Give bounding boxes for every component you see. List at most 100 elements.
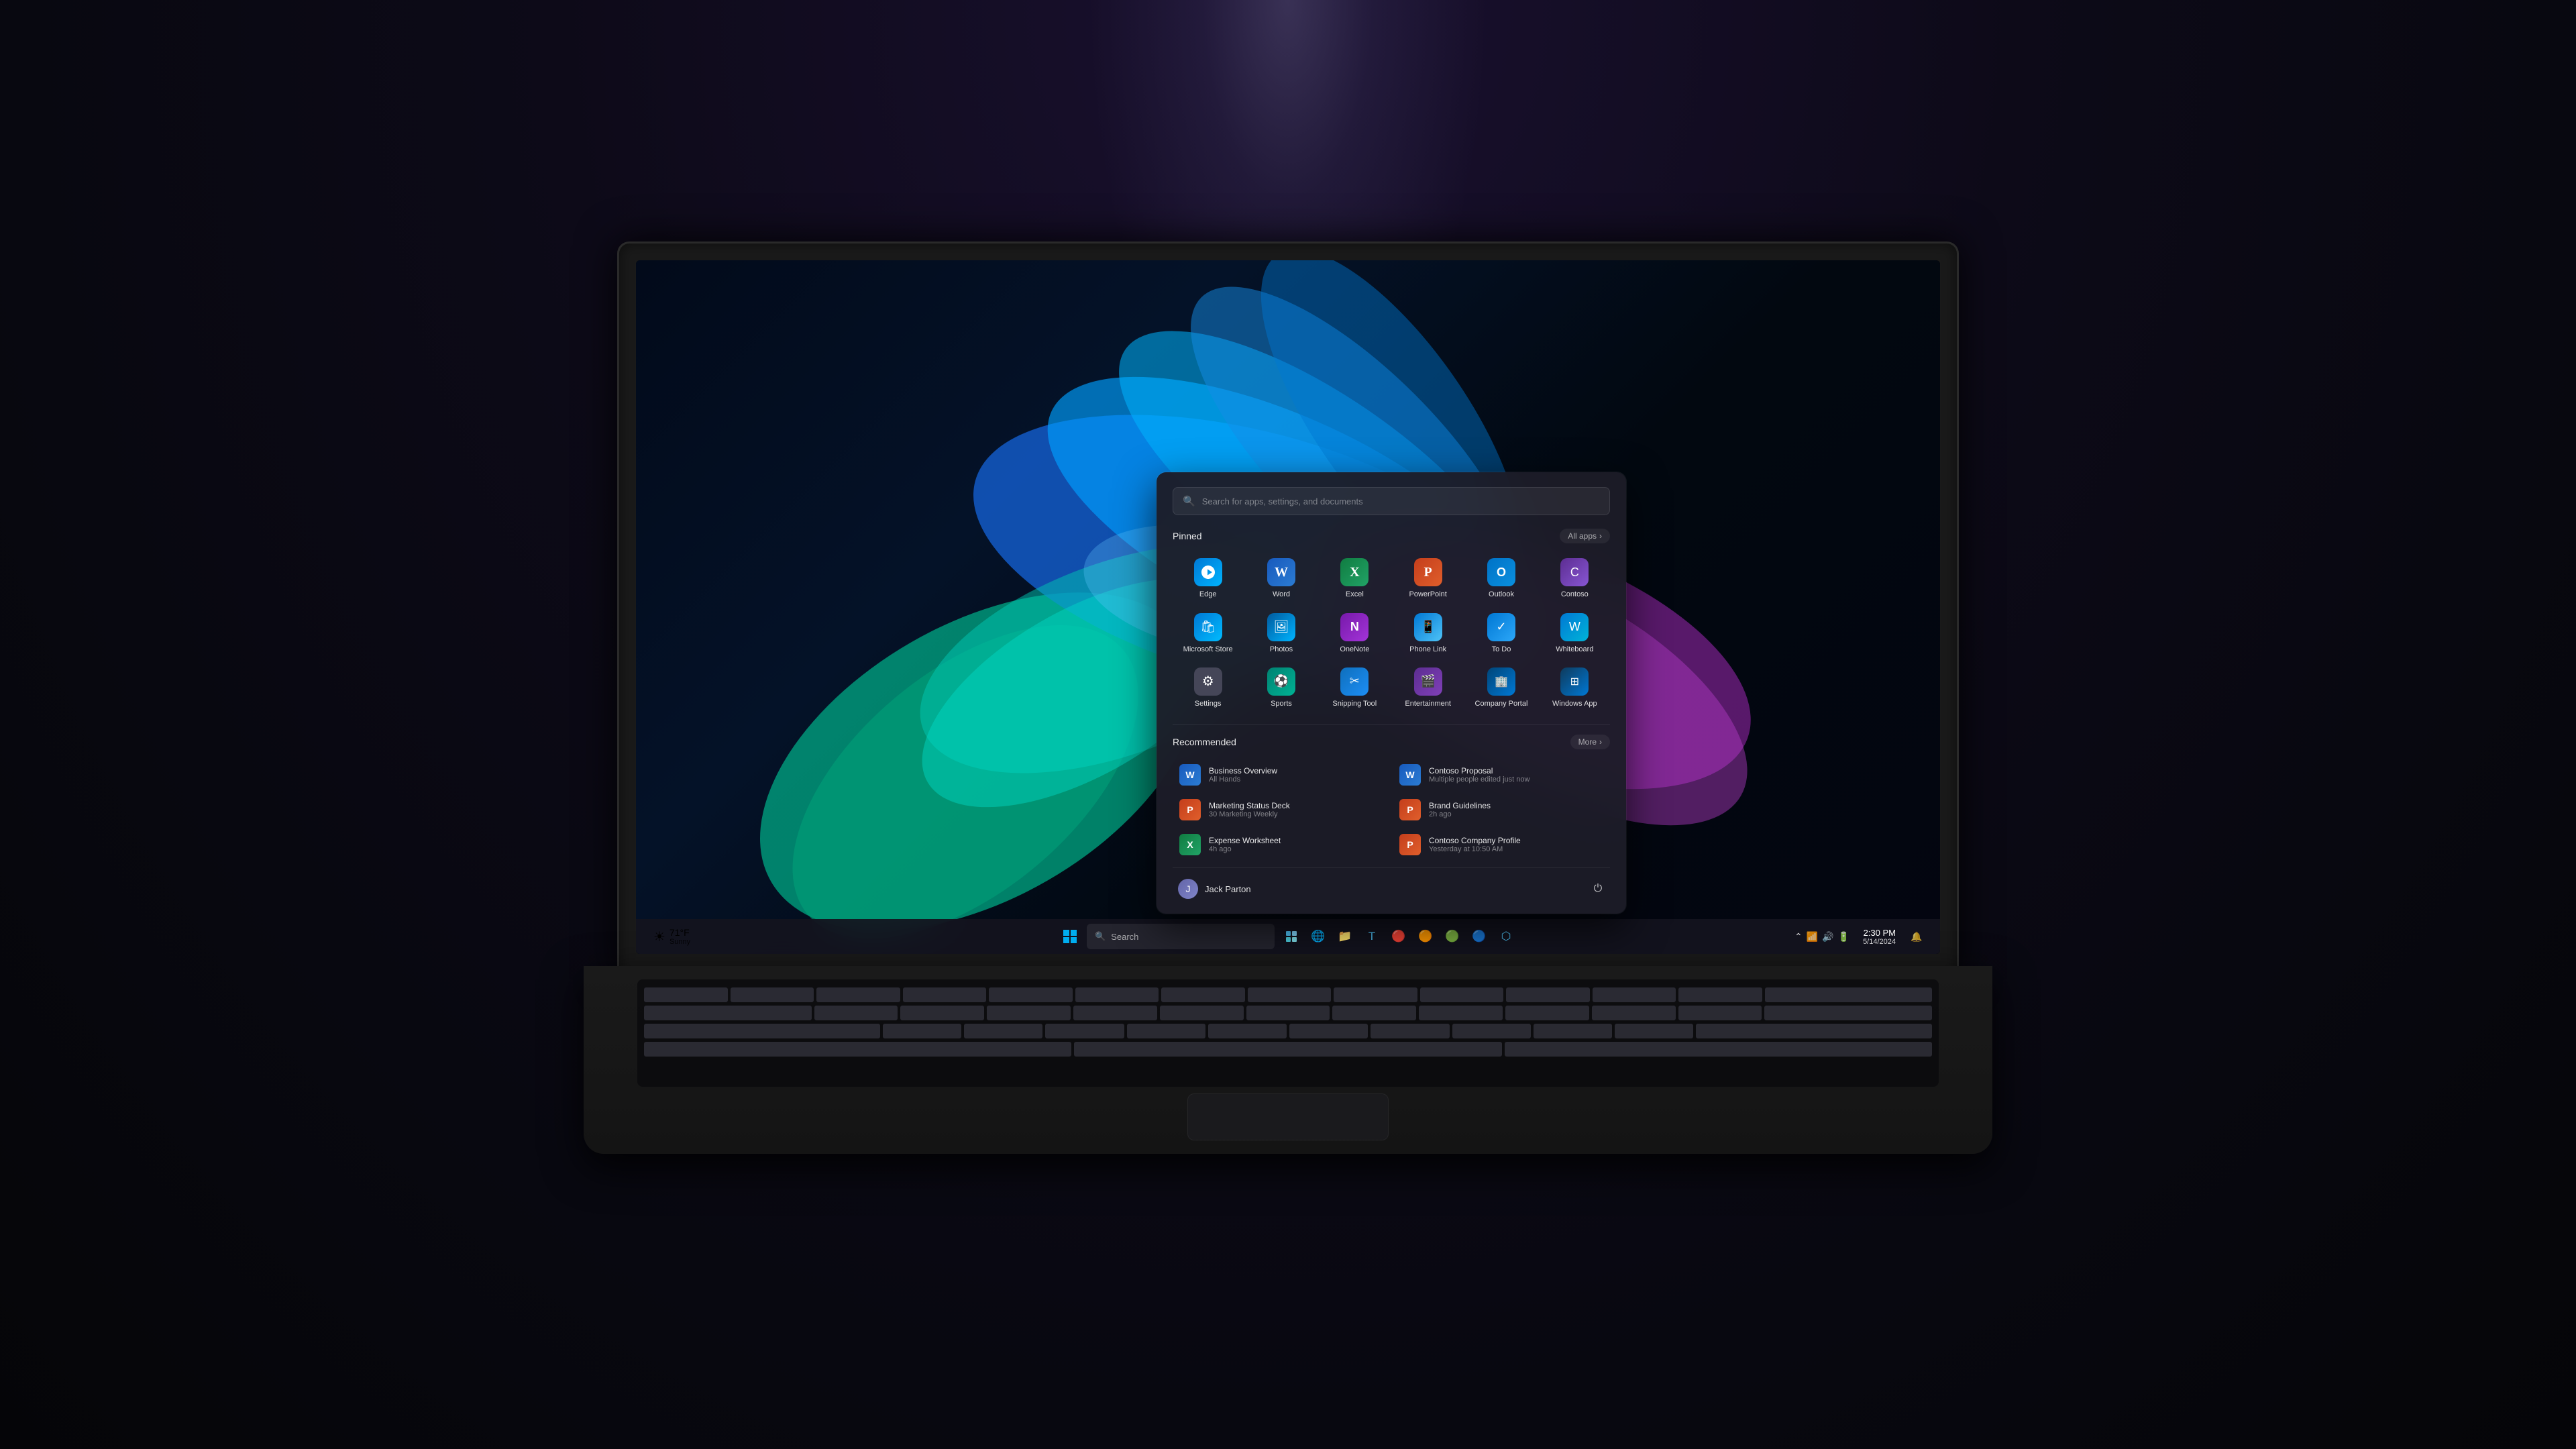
companyportal-label: Company Portal xyxy=(1475,700,1528,708)
rec-expense-worksheet[interactable]: X Expense Worksheet 4h ago xyxy=(1173,828,1390,861)
taskbar-app5[interactable]: 🔵 xyxy=(1466,924,1492,949)
pinned-outlook[interactable]: O Outlook xyxy=(1466,553,1536,604)
taskbar-right: ⌃ 📶 🔊 🔋 2:30 PM 5/14/2024 🔔 xyxy=(1789,924,1929,949)
rec-expense-worksheet-subtitle: 4h ago xyxy=(1209,845,1383,853)
start-menu-search[interactable]: 🔍 Search for apps, settings, and documen… xyxy=(1173,487,1610,515)
snipping-label: Snipping Tool xyxy=(1332,700,1377,708)
whiteboard-label: Whiteboard xyxy=(1556,645,1593,654)
pinned-word[interactable]: W Word xyxy=(1246,553,1316,604)
taskbar-app4[interactable]: 🟢 xyxy=(1440,924,1465,949)
todo-icon: ✓ xyxy=(1487,613,1515,641)
rec-brand-guidelines-subtitle: 2h ago xyxy=(1429,810,1603,818)
msstore-icon: 🛍 xyxy=(1194,613,1222,641)
rec-brand-guidelines[interactable]: P Brand Guidelines 2h ago xyxy=(1393,794,1610,826)
clock[interactable]: 2:30 PM 5/14/2024 xyxy=(1858,925,1901,949)
system-tray[interactable]: ⌃ 📶 🔊 🔋 xyxy=(1789,928,1855,945)
pinned-todo[interactable]: ✓ To Do xyxy=(1466,608,1536,659)
taskbar-app2[interactable]: 🔴 xyxy=(1386,924,1411,949)
notifications-button[interactable]: 🔔 xyxy=(1904,924,1929,949)
taskbar-edge[interactable]: 🌐 xyxy=(1305,924,1331,949)
pinned-sports[interactable]: ⚽ Sports xyxy=(1246,662,1316,714)
taskbar-search[interactable]: 🔍 Search xyxy=(1087,924,1275,949)
rec-marketing-deck[interactable]: P Marketing Status Deck 30 Marketing Wee… xyxy=(1173,794,1390,826)
clock-time: 2:30 PM xyxy=(1863,928,1896,938)
rec-contoso-proposal-title: Contoso Proposal xyxy=(1429,766,1603,775)
more-button[interactable]: More › xyxy=(1570,735,1610,749)
rec-expense-worksheet-info: Expense Worksheet 4h ago xyxy=(1209,836,1383,853)
pinned-entertainment[interactable]: 🎬 Entertainment xyxy=(1393,662,1463,714)
key-row-3 xyxy=(644,1024,1932,1038)
search-placeholder: Search for apps, settings, and documents xyxy=(1202,496,1363,506)
pinned-windowsapp[interactable]: ⊞ Windows App xyxy=(1540,662,1610,714)
volume-icon: 🔊 xyxy=(1822,931,1833,943)
user-info[interactable]: J Jack Parton xyxy=(1173,875,1256,903)
user-name: Jack Parton xyxy=(1205,884,1251,894)
weather-info: 71°F Sunny xyxy=(669,927,690,946)
laptop: 🔍 Search for apps, settings, and documen… xyxy=(550,241,2026,1248)
contoso-label: Contoso xyxy=(1561,590,1589,599)
touchpad[interactable] xyxy=(1187,1093,1389,1140)
taskbar-pinned-apps: 🌐 📁 T 🔴 🟠 🟢 🔵 ⬡ xyxy=(1279,924,1519,949)
pinned-phonelink[interactable]: 📱 Phone Link xyxy=(1393,608,1463,659)
pinned-onenote[interactable]: N OneNote xyxy=(1320,608,1390,659)
photos-icon: 🖼 xyxy=(1267,613,1295,641)
weather-widget[interactable]: ☀ 71°F Sunny xyxy=(647,924,697,949)
key-row-4 xyxy=(644,1042,1932,1057)
windows-logo-icon xyxy=(1063,929,1077,944)
pinned-powerpoint[interactable]: P PowerPoint xyxy=(1393,553,1463,604)
rec-contoso-company-profile-info: Contoso Company Profile Yesterday at 10:… xyxy=(1429,836,1603,853)
all-apps-button[interactable]: All apps › xyxy=(1560,529,1610,543)
snipping-icon: ✂ xyxy=(1340,667,1368,696)
taskbar-app1[interactable]: T xyxy=(1359,924,1385,949)
phonelink-label: Phone Link xyxy=(1409,645,1446,654)
rec-business-overview-title: Business Overview xyxy=(1209,766,1383,775)
rec-contoso-company-profile-icon: P xyxy=(1399,834,1421,855)
rec-brand-guidelines-title: Brand Guidelines xyxy=(1429,801,1603,810)
network-icon: 📶 xyxy=(1807,931,1818,943)
recommended-grid: W Business Overview All Hands W Contoso … xyxy=(1173,759,1610,861)
pinned-whiteboard[interactable]: W Whiteboard xyxy=(1540,608,1610,659)
edge-label: Edge xyxy=(1199,590,1217,599)
rec-contoso-company-profile[interactable]: P Contoso Company Profile Yesterday at 1… xyxy=(1393,828,1610,861)
taskbar-center: 🔍 Search 🌐 📁 T 🔴 🟠 🟢 🔵 xyxy=(1057,924,1519,949)
phonelink-icon: 📱 xyxy=(1414,613,1442,641)
clock-date: 5/14/2024 xyxy=(1863,938,1896,946)
rec-business-overview-info: Business Overview All Hands xyxy=(1209,766,1383,784)
taskbar-widgets[interactable] xyxy=(1279,924,1304,949)
weather-temp: 71°F xyxy=(669,927,690,938)
rec-business-overview[interactable]: W Business Overview All Hands xyxy=(1173,759,1390,791)
excel-label: Excel xyxy=(1346,590,1364,599)
start-menu: 🔍 Search for apps, settings, and documen… xyxy=(1157,472,1626,914)
weather-icon: ☀ xyxy=(653,928,665,945)
laptop-screen: 🔍 Search for apps, settings, and documen… xyxy=(636,260,1940,954)
settings-label: Settings xyxy=(1195,700,1222,708)
taskbar-left: ☀ 71°F Sunny xyxy=(647,924,697,949)
taskbar-app3[interactable]: 🟠 xyxy=(1413,924,1438,949)
start-button[interactable] xyxy=(1057,924,1083,949)
rec-contoso-company-profile-subtitle: Yesterday at 10:50 AM xyxy=(1429,845,1603,853)
powerpoint-label: PowerPoint xyxy=(1409,590,1447,599)
rec-brand-guidelines-icon: P xyxy=(1399,799,1421,820)
rec-contoso-proposal[interactable]: W Contoso Proposal Multiple people edite… xyxy=(1393,759,1610,791)
recommended-header: Recommended More › xyxy=(1173,735,1610,749)
windowsapp-label: Windows App xyxy=(1552,700,1597,708)
pinned-photos[interactable]: 🖼 Photos xyxy=(1246,608,1316,659)
pinned-snipping[interactable]: ✂ Snipping Tool xyxy=(1320,662,1390,714)
rec-marketing-deck-subtitle: 30 Marketing Weekly xyxy=(1209,810,1383,818)
search-icon: 🔍 xyxy=(1183,495,1195,507)
pinned-msstore[interactable]: 🛍 Microsoft Store xyxy=(1173,608,1243,659)
pinned-excel[interactable]: X Excel xyxy=(1320,553,1390,604)
windowsapp-icon: ⊞ xyxy=(1560,667,1589,696)
pinned-contoso[interactable]: C Contoso xyxy=(1540,553,1610,604)
pinned-edge[interactable]: Edge xyxy=(1173,553,1243,604)
power-button[interactable]: ⏻ xyxy=(1586,877,1610,901)
pinned-companyportal[interactable]: 🏢 Company Portal xyxy=(1466,662,1536,714)
rec-expense-worksheet-title: Expense Worksheet xyxy=(1209,836,1383,845)
taskbar-app6[interactable]: ⬡ xyxy=(1493,924,1519,949)
pinned-header: Pinned All apps › xyxy=(1173,529,1610,543)
taskbar-explorer[interactable]: 📁 xyxy=(1332,924,1358,949)
onenote-label: OneNote xyxy=(1340,645,1369,654)
rec-marketing-deck-icon: P xyxy=(1179,799,1201,820)
outlook-icon: O xyxy=(1487,558,1515,586)
pinned-settings[interactable]: ⚙ Settings xyxy=(1173,662,1243,714)
